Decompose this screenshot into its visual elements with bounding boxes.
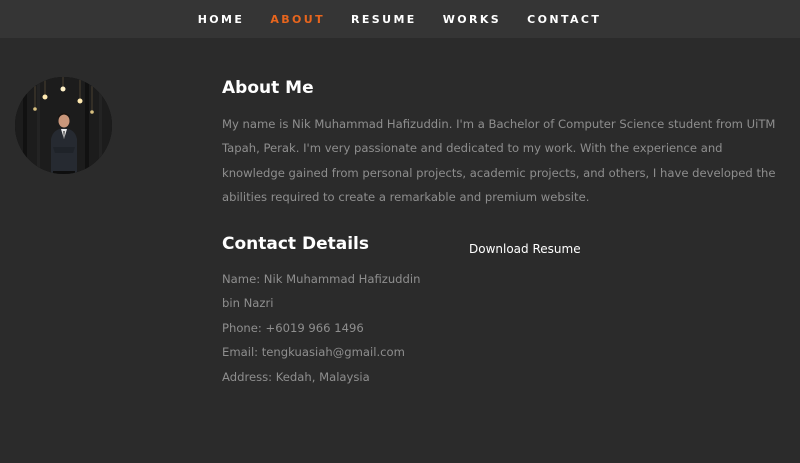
nav-menu: HOME ABOUT RESUME WORKS CONTACT [185,13,615,26]
about-title: About Me [222,78,314,98]
contact-email: Email: tengkuasiah@gmail.com [222,345,405,360]
nav-item-works[interactable]: WORKS [430,13,514,26]
nav-item-home[interactable]: HOME [185,13,258,26]
nav-item-contact[interactable]: CONTACT [514,13,614,26]
download-resume-button[interactable]: Download Resume [469,242,581,256]
nav-item-resume[interactable]: RESUME [338,13,430,26]
profile-avatar [15,77,112,174]
nav-item-about[interactable]: ABOUT [257,13,338,26]
about-description: My name is Nik Muhammad Hafizuddin. I'm … [222,117,776,205]
contact-phone: Phone: +6019 966 1496 [222,320,364,335]
contact-title: Contact Details [222,234,369,254]
navbar: HOME ABOUT RESUME WORKS CONTACT [0,0,800,38]
profile-photo [15,77,112,174]
contact-details-list: Name: Nik Muhammad Hafizuddin bin Nazri … [222,267,432,389]
contact-name: Name: Nik Muhammad Hafizuddin bin Nazri [222,272,421,311]
contact-address: Address: Kedah, Malaysia [222,369,370,384]
